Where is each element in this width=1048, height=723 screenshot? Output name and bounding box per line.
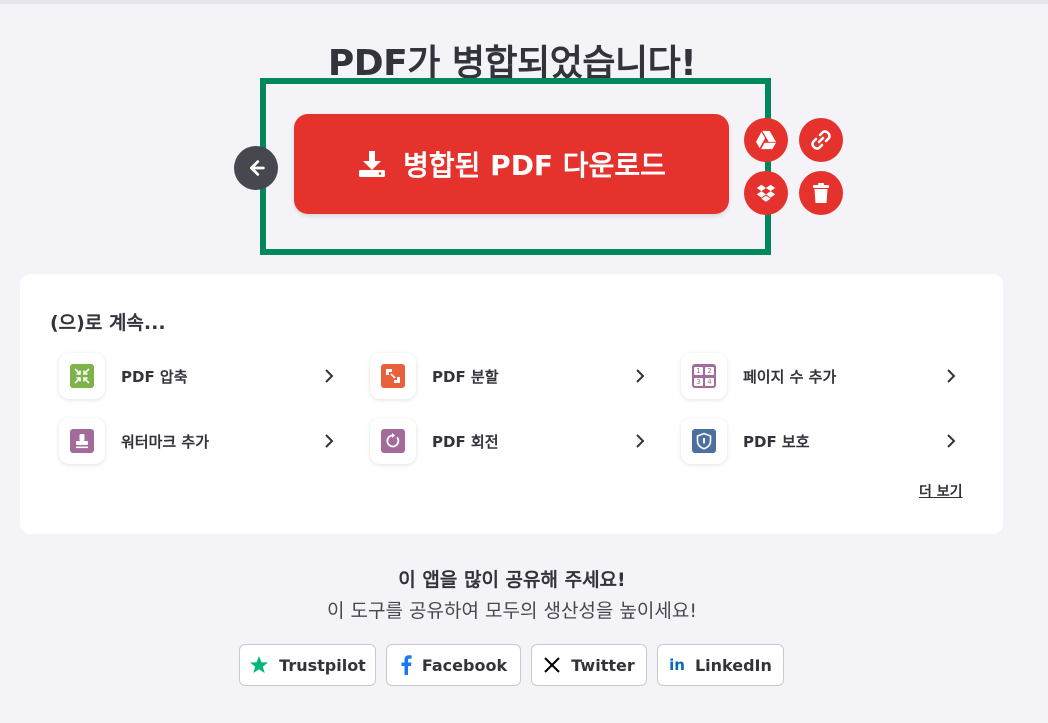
trash-icon [811, 182, 831, 204]
tool-label: 페이지 수 추가 [743, 367, 837, 386]
tool-add-watermark[interactable]: 워터마크 추가 [59, 417, 339, 465]
dropbox-icon [755, 182, 777, 204]
top-bar [0, 0, 1048, 4]
social-label: LinkedIn [694, 655, 772, 675]
share-twitter-button[interactable]: Twitter [531, 644, 647, 686]
chevron-right-icon [319, 433, 339, 449]
chevron-right-icon [319, 368, 339, 384]
chevron-right-icon [941, 368, 961, 384]
star-icon [249, 655, 269, 675]
chevron-right-icon [630, 368, 650, 384]
delete-button[interactable] [799, 171, 843, 215]
watermark-icon [70, 429, 94, 453]
social-label: Facebook [421, 655, 508, 675]
tool-split-pdf[interactable]: PDF 분할 [370, 352, 650, 400]
tool-protect-pdf[interactable]: PDF 보호 [681, 417, 961, 465]
see-more-link[interactable]: 더 보기 [919, 481, 963, 501]
social-label: Twitter [571, 655, 635, 675]
tool-add-page-numbers[interactable]: 1 2 3 4 페이지 수 추가 [681, 352, 961, 400]
tool-label: PDF 분할 [432, 367, 499, 386]
rotate-icon [381, 429, 405, 453]
x-icon [543, 656, 561, 674]
download-button[interactable]: 병합된 PDF 다운로드 [294, 114, 729, 214]
chevron-right-icon [941, 433, 961, 449]
continue-card: (으)로 계속... PDF 압축 PDF 분할 1 2 3 4 페이지 수 추… [20, 274, 1003, 534]
dropbox-button[interactable] [744, 171, 788, 215]
share-facebook-button[interactable]: Facebook [386, 644, 521, 686]
continue-title: (으)로 계속... [50, 312, 166, 334]
link-icon [809, 128, 833, 152]
share-title: 이 앱을 많이 공유해 주세요! [398, 569, 626, 591]
tool-compress-pdf[interactable]: PDF 압축 [59, 352, 339, 400]
social-label: Trustpilot [279, 655, 366, 675]
shield-icon [692, 429, 716, 453]
tool-rotate-pdf[interactable]: PDF 회전 [370, 417, 650, 465]
copy-link-button[interactable] [799, 118, 843, 162]
share-trustpilot-button[interactable]: Trustpilot [239, 644, 376, 686]
tool-label: PDF 압축 [121, 367, 188, 386]
chevron-right-icon [630, 433, 650, 449]
page-numbers-icon: 1 2 3 4 [692, 364, 716, 388]
compress-icon [70, 364, 94, 388]
linkedin-icon: in [669, 656, 685, 674]
google-drive-icon [755, 130, 777, 150]
split-icon [381, 364, 405, 388]
tool-label: PDF 보호 [743, 432, 810, 451]
download-icon [357, 149, 387, 179]
tool-label: 워터마크 추가 [121, 432, 210, 451]
google-drive-button[interactable] [744, 118, 788, 162]
download-button-label: 병합된 PDF 다운로드 [403, 149, 666, 182]
arrow-left-icon [245, 157, 267, 179]
tool-label: PDF 회전 [432, 432, 499, 451]
back-button[interactable] [234, 146, 278, 190]
share-subtitle: 이 도구를 공유하여 모두의 생산성을 높이세요! [327, 600, 697, 622]
facebook-icon [400, 655, 412, 675]
share-linkedin-button[interactable]: in LinkedIn [657, 644, 784, 686]
